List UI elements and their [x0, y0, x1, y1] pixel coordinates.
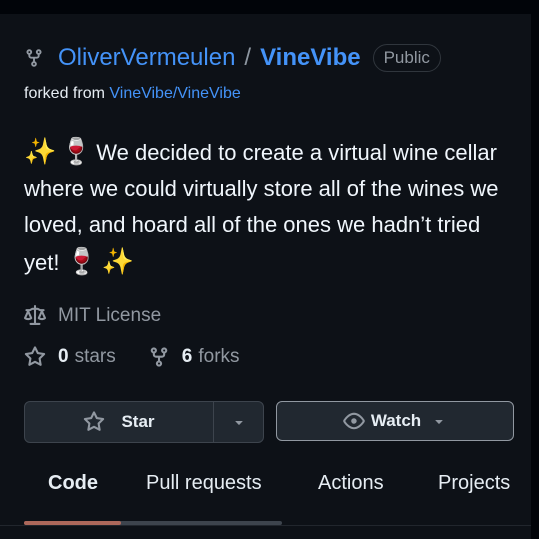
repo-forked-icon: [150, 347, 168, 367]
tab-pull-requests[interactable]: Pull requests: [146, 472, 262, 495]
star-button-group: Star: [24, 401, 264, 443]
repo-forked-icon: [26, 49, 42, 67]
triangle-down-icon: [435, 420, 443, 424]
repo-header: OliverVermeulen / VineVibe Public: [24, 40, 441, 76]
sparkles-emoji: ✨: [101, 246, 135, 276]
eye-icon: [343, 412, 365, 430]
repo-name-link[interactable]: VineVibe: [260, 44, 361, 72]
watch-button[interactable]: Watch: [276, 401, 514, 441]
stars-link[interactable]: 0 stars: [24, 346, 116, 368]
stars-label: stars: [74, 346, 116, 367]
license-label: MIT License: [58, 305, 162, 326]
wine-glass-emoji: 🍷: [65, 246, 98, 276]
visibility-badge: Public: [372, 44, 441, 72]
divider: [0, 525, 531, 526]
sparkles-emoji: ✨: [24, 136, 57, 166]
forks-count: 6: [181, 346, 193, 367]
wine-glass-emoji: 🍷: [60, 136, 93, 166]
license-link[interactable]: MIT License: [24, 305, 161, 327]
repo-description: ✨ 🍷 We decided to create a virtual wine …: [24, 133, 519, 281]
forked-from-line: forked from VineVibe/VineVibe: [24, 85, 241, 103]
repo-stats: 0 stars 6 forks: [24, 346, 240, 368]
repo-owner-link[interactable]: OliverVermeulen: [58, 44, 235, 72]
forks-link[interactable]: 6 forks: [148, 346, 240, 368]
star-button[interactable]: Star: [25, 402, 214, 442]
path-separator: /: [244, 44, 252, 71]
tab-actions[interactable]: Actions: [318, 472, 384, 495]
top-bar: [0, 0, 539, 14]
triangle-down-icon: [234, 421, 243, 425]
star-list-dropdown-button[interactable]: [214, 402, 263, 442]
description-text: We decided to create a virtual wine cell…: [24, 140, 499, 275]
repo-tab-bar: Code Pull requests Actions Projects: [0, 472, 531, 506]
star-button-label: Star: [121, 412, 155, 431]
forked-from-label: forked from: [24, 85, 105, 102]
forked-source-link[interactable]: VineVibe/VineVibe: [109, 85, 240, 102]
tab-code[interactable]: Code: [48, 472, 98, 495]
law-icon: [24, 305, 46, 325]
tab-projects[interactable]: Projects: [438, 472, 510, 495]
stars-count: 0: [58, 346, 69, 367]
forks-label: forks: [198, 346, 240, 367]
star-icon: [84, 411, 105, 431]
star-icon: [24, 346, 46, 366]
watch-button-label: Watch: [370, 411, 422, 430]
